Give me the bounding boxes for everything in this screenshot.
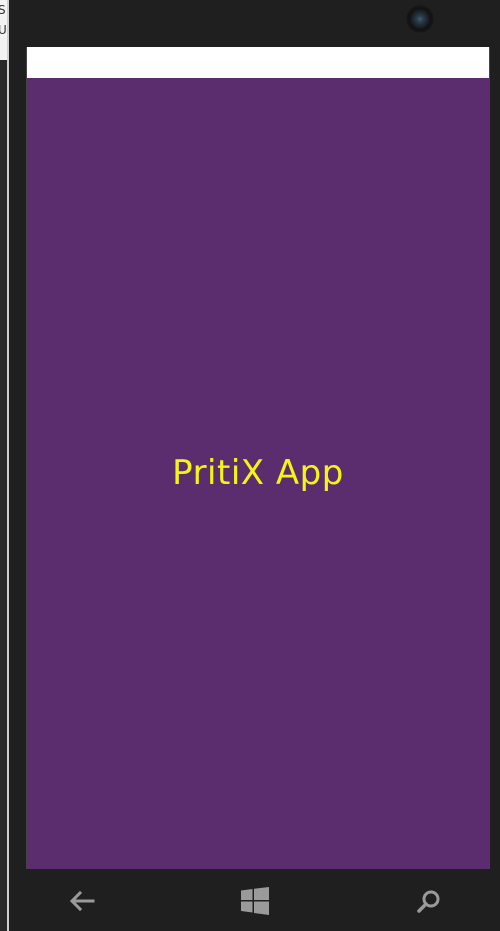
phone-emulator: S U PritiX App — [0, 0, 500, 931]
search-icon — [417, 890, 440, 913]
hardware-nav-bar — [9, 869, 500, 931]
status-bar — [27, 47, 489, 78]
search-button[interactable] — [409, 883, 449, 919]
background-window-content: S U — [0, 0, 7, 60]
start-button[interactable] — [235, 883, 275, 919]
windows-logo-icon — [241, 887, 269, 915]
phone-screen: PritiX App — [26, 47, 490, 869]
phone-top-bezel — [9, 0, 500, 46]
background-text-1: S — [0, 3, 6, 17]
background-window-edge: S U — [0, 0, 9, 931]
splash-app-title: PritiX App — [172, 453, 344, 493]
window-divider — [7, 0, 9, 931]
back-arrow-icon — [69, 890, 95, 912]
front-camera-icon — [406, 5, 434, 33]
background-text-2: U — [0, 23, 7, 37]
back-button[interactable] — [62, 883, 102, 919]
